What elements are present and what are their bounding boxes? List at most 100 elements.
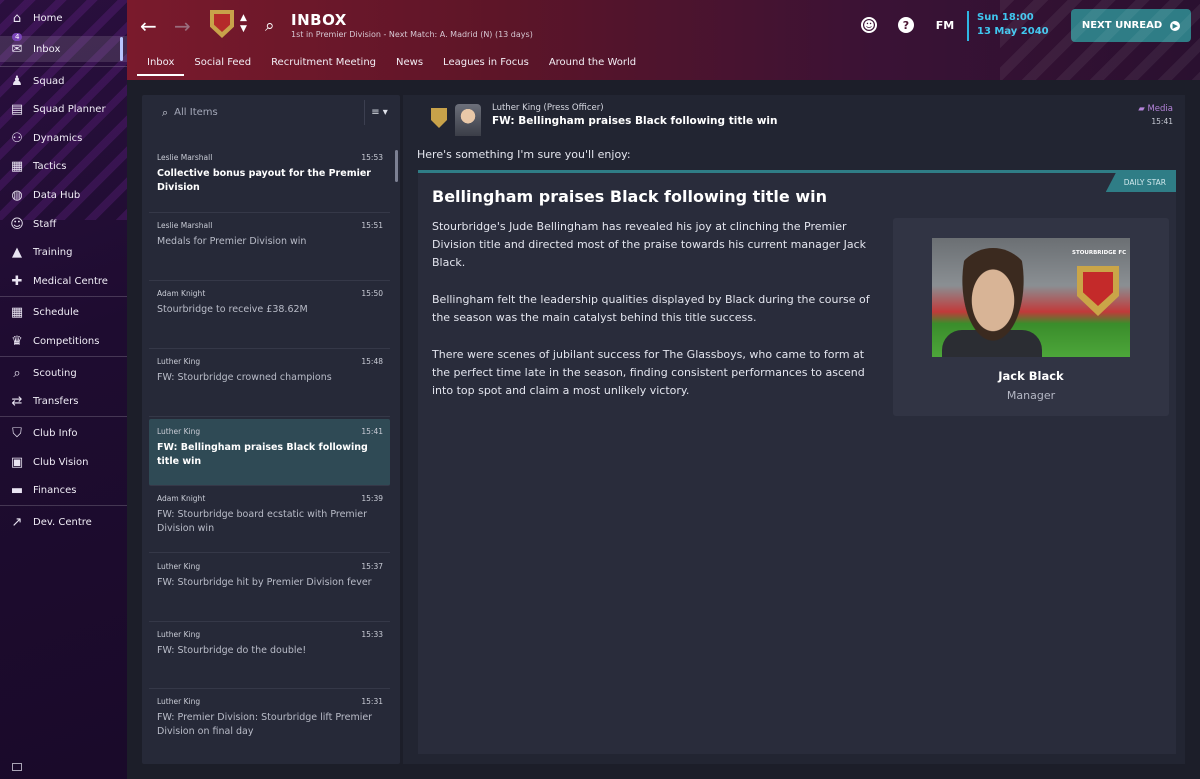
- message-title: FW: Bellingham praises Black following t…: [492, 115, 778, 127]
- message-from[interactable]: Luther King (Press Officer): [492, 103, 604, 113]
- fm-menu-icon[interactable]: FM: [934, 17, 956, 33]
- sidebar-item-finances[interactable]: ▬ Finances: [0, 477, 127, 503]
- sidebar-item-dynamics[interactable]: ⚇ Dynamics: [0, 125, 127, 151]
- sidebar-item-dev-centre[interactable]: ↗ Dev. Centre: [0, 509, 127, 535]
- list-item[interactable]: Leslie Marshall 15:51 Medals for Premier…: [149, 213, 390, 281]
- person-name[interactable]: Jack Black: [893, 369, 1169, 383]
- sidebar-item-club-info[interactable]: ⛉ Club Info: [0, 420, 127, 446]
- sidebar-item-label: Club Info: [33, 427, 78, 439]
- sidebar-item-tactics[interactable]: ▦ Tactics: [0, 153, 127, 179]
- list-item[interactable]: Luther King 15:37 FW: Stourbridge hit by…: [149, 554, 390, 622]
- sidebar-item-staff[interactable]: ☺ Staff: [0, 211, 127, 237]
- message-sender: Luther King: [157, 357, 201, 366]
- message-sender: Luther King: [157, 697, 201, 706]
- message-subject: FW: Bellingham praises Black following t…: [157, 442, 368, 467]
- sidebar-item-label: Dynamics: [33, 132, 83, 144]
- list-item[interactable]: Adam Knight 15:39 FW: Stourbridge board …: [149, 486, 390, 553]
- sidebar-item-label: Scouting: [33, 367, 77, 379]
- message-time: 15:41: [361, 427, 383, 436]
- game-date-line2: 13 May 2040: [977, 26, 1049, 37]
- sidebar-item-club-vision[interactable]: ▣ Club Vision: [0, 449, 127, 475]
- message-time: 15:50: [361, 289, 383, 298]
- sidebar-item-home[interactable]: ⌂ Home: [0, 5, 127, 31]
- search-input[interactable]: All Items: [174, 107, 218, 118]
- message-subject: Medals for Premier Division win: [157, 236, 307, 247]
- collapse-sidebar-icon[interactable]: [12, 763, 22, 771]
- sidebar-item-label: Club Vision: [33, 456, 89, 468]
- club-vision-icon: ▣: [10, 454, 24, 470]
- help-icon[interactable]: ?: [898, 17, 914, 33]
- filter-menu-button[interactable]: ≡ ▾: [364, 100, 394, 125]
- sidebar-item-training[interactable]: ▲ Training: [0, 239, 127, 265]
- message-time: 15:41: [1151, 117, 1173, 126]
- article-headline: Bellingham praises Black following title…: [432, 187, 827, 206]
- sidebar-item-schedule[interactable]: ▦ Schedule: [0, 299, 127, 325]
- head-profile-icon[interactable]: ☻: [861, 17, 877, 33]
- sidebar-item-squad-planner[interactable]: ▤ Squad Planner: [0, 96, 127, 122]
- forward-arrow-icon[interactable]: →: [174, 16, 191, 36]
- list-item-selected[interactable]: Luther King 15:41 FW: Bellingham praises…: [149, 419, 390, 486]
- sidebar-item-medical-centre[interactable]: ✚ Medical Centre: [0, 268, 127, 294]
- tab-news[interactable]: News: [386, 51, 433, 76]
- message-subject: FW: Stourbridge hit by Premier Division …: [157, 577, 372, 588]
- sidebar-item-label: Schedule: [33, 306, 79, 318]
- search-icon[interactable]: ⌕: [265, 16, 275, 36]
- message-sender: Adam Knight: [157, 494, 206, 503]
- tab-social-feed[interactable]: Social Feed: [184, 51, 261, 76]
- sidebar-divider: [0, 66, 127, 67]
- sidebar-item-label: Medical Centre: [33, 275, 108, 287]
- message-category: ▰ Media: [1138, 104, 1173, 114]
- article-paragraph: Bellingham felt the leadership qualities…: [432, 293, 870, 324]
- article-body: Stourbridge's Jude Bellingham has reveal…: [432, 218, 882, 419]
- list-item[interactable]: Leslie Marshall 15:53 Collective bonus p…: [149, 145, 390, 213]
- sidebar-item-competitions[interactable]: ♛ Competitions: [0, 328, 127, 354]
- photo-club-name: STOURBRIDGE FC: [1072, 250, 1127, 256]
- finances-icon: ▬: [10, 482, 24, 498]
- list-item[interactable]: Luther King 15:48 FW: Stourbridge crowne…: [149, 349, 390, 417]
- page-title: INBOX: [291, 11, 347, 29]
- header-bar: ← → ▲ ▼ ⌕ INBOX 1st in Premier Division -…: [127, 0, 1200, 80]
- tab-around-the-world[interactable]: Around the World: [539, 51, 646, 76]
- sidebar-item-squad[interactable]: ♟ Squad: [0, 68, 127, 94]
- dev-centre-icon: ↗: [11, 514, 23, 530]
- list-scrollbar[interactable]: [395, 150, 398, 182]
- sidebar-item-label: Tactics: [33, 160, 67, 172]
- person-role: Manager: [1006, 389, 1056, 402]
- message-subject: Stourbridge to receive £38.62M: [157, 304, 308, 315]
- arrow-right-icon: ▶: [1170, 20, 1181, 31]
- message-subject: FW: Stourbridge do the double!: [157, 645, 307, 656]
- sidebar-item-label: Inbox: [33, 43, 61, 55]
- list-item[interactable]: Luther King 15:31 FW: Premier Division: …: [149, 689, 390, 759]
- sidebar-divider: [0, 505, 127, 506]
- next-unread-button[interactable]: NEXT UNREAD ▶: [1071, 9, 1191, 42]
- sidebar-item-data-hub[interactable]: ◍ Data Hub: [0, 182, 127, 208]
- sidebar-divider: [0, 416, 127, 417]
- sidebar-item-label: Training: [33, 246, 73, 258]
- search-box[interactable]: ⌕ All Items: [142, 95, 364, 130]
- sidebar-item-transfers[interactable]: ⇄ Transfers: [0, 388, 127, 414]
- schedule-icon: ▦: [10, 304, 24, 320]
- article-paragraph: There were scenes of jubilant success fo…: [432, 348, 865, 397]
- sender-avatar[interactable]: [455, 104, 481, 136]
- next-unread-label: NEXT UNREAD: [1081, 20, 1163, 31]
- message-sender: Luther King: [157, 562, 201, 571]
- sidebar-item-scouting[interactable]: ⌕ Scouting: [0, 360, 127, 386]
- message-view: Luther King (Press Officer) FW: Bellingh…: [403, 95, 1185, 764]
- inbox-icon: ✉: [11, 41, 23, 57]
- message-time: 15:51: [361, 221, 383, 230]
- list-item[interactable]: Adam Knight 15:50 Stourbridge to receive…: [149, 281, 390, 349]
- message-subject: FW: Premier Division: Stourbridge lift P…: [157, 712, 373, 737]
- person-card[interactable]: STOURBRIDGE FC Jack Black Manager: [893, 218, 1169, 416]
- sidebar-item-inbox[interactable]: 4 ✉ Inbox: [0, 33, 127, 62]
- game-date[interactable]: Sun 18:00 13 May 2040: [967, 11, 1049, 41]
- tab-inbox[interactable]: Inbox: [137, 51, 185, 76]
- search-icon: ⌕: [162, 105, 169, 119]
- back-arrow-icon[interactable]: ←: [140, 16, 157, 36]
- message-subject: Collective bonus payout for the Premier …: [157, 168, 371, 193]
- club-switch-chevrons-icon[interactable]: ▲ ▼: [240, 13, 247, 35]
- message-time: 15:33: [361, 630, 383, 639]
- tab-recruitment-meeting[interactable]: Recruitment Meeting: [261, 51, 386, 76]
- club-crest-icon[interactable]: [210, 10, 234, 38]
- tab-leagues-in-focus[interactable]: Leagues in Focus: [433, 51, 539, 76]
- list-item[interactable]: Luther King 15:33 FW: Stourbridge do the…: [149, 622, 390, 689]
